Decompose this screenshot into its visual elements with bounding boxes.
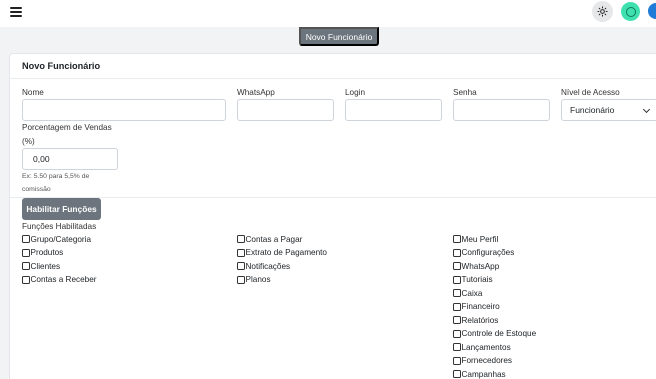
support-icon (625, 6, 636, 17)
function-checkbox-row[interactable]: Contas a Pagar (237, 234, 302, 244)
function-checkbox[interactable] (453, 329, 461, 338)
function-checkbox-label: WhatsApp (461, 261, 500, 271)
function-checkbox[interactable] (237, 275, 245, 284)
sun-icon (597, 6, 608, 17)
function-checkbox[interactable] (237, 235, 245, 243)
function-checkbox-label: Tutoriais (461, 275, 493, 284)
function-checkbox[interactable] (453, 235, 461, 243)
function-checkbox-label: Grupo/Categoria (30, 234, 92, 244)
function-checkbox-label: Configurações (461, 248, 515, 257)
function-checkbox-label: Clientes (30, 261, 61, 271)
avatar[interactable] (648, 3, 656, 19)
funcoes-habilitadas-title: Funções Habilitadas (22, 222, 97, 231)
function-checkbox[interactable] (22, 262, 30, 270)
function-checkbox[interactable] (22, 248, 30, 257)
function-checkbox[interactable] (22, 275, 30, 284)
porcentagem-input[interactable] (22, 148, 118, 170)
function-checkbox-label: Controle de Estoque (461, 329, 537, 338)
function-checkbox-row[interactable]: Clientes (22, 261, 60, 271)
nome-label: Nome (22, 88, 44, 97)
function-checkbox-row[interactable]: Produtos (22, 248, 63, 258)
theme-toggle-button[interactable] (592, 1, 613, 22)
porcentagem-label: Porcentagem de Vendas (22, 123, 112, 132)
nivel-acesso-label: Nível de Acesso (561, 88, 620, 97)
section-divider (10, 197, 656, 198)
function-checkbox-label: Fornecedores (461, 356, 513, 365)
function-checkbox-row[interactable]: Lançamentos (453, 342, 511, 352)
whatsapp-label: WhatsApp (237, 88, 275, 97)
employee-form-card: Novo Funcionário Nome WhatsApp Login Sen… (9, 53, 656, 379)
function-checkbox-row[interactable]: Fornecedores (453, 356, 512, 366)
function-checkbox-row[interactable]: Notificações (237, 261, 290, 271)
function-checkbox-label: Financeiro (461, 302, 500, 311)
function-checkbox-label: Meu Perfil (461, 234, 499, 244)
function-checkbox[interactable] (453, 289, 461, 297)
function-checkbox-label: Contas a Pagar (245, 234, 303, 244)
function-checkbox[interactable] (22, 235, 30, 243)
card-title: Novo Funcionário (22, 61, 101, 71)
nome-input[interactable] (22, 99, 226, 121)
login-input[interactable] (345, 99, 442, 121)
function-checkbox-row[interactable]: Meu Perfil (453, 234, 498, 244)
porcentagem-hint: Ex: 5.50 para 5,5% de (22, 173, 90, 180)
function-checkbox-row[interactable]: Controle de Estoque (453, 329, 536, 339)
nivel-acesso-select[interactable]: Funcionário (561, 99, 656, 121)
function-checkbox[interactable] (453, 343, 461, 351)
function-checkbox[interactable] (237, 248, 245, 257)
function-checkbox-label: Planos (245, 275, 271, 284)
login-label: Login (345, 88, 366, 97)
porcentagem-hint-cont: comissão (22, 186, 51, 193)
function-checkbox[interactable] (453, 370, 461, 378)
function-checkbox-row[interactable]: Campanhas (453, 369, 506, 379)
habilitar-funcoes-button[interactable]: Habilitar Funções (22, 198, 101, 220)
function-checkbox-row[interactable]: Planos (237, 275, 271, 285)
function-checkbox-label: Contas a Receber (30, 275, 97, 284)
whatsapp-input[interactable] (237, 99, 334, 121)
function-checkbox[interactable] (453, 248, 461, 257)
function-checkbox-row[interactable]: Extrato de Pagamento (237, 248, 327, 258)
function-checkbox[interactable] (237, 262, 245, 270)
top-bar (0, 0, 656, 27)
porcentagem-label-unit: (%) (22, 137, 35, 146)
function-checkbox-label: Lançamentos (461, 342, 511, 352)
function-checkbox-row[interactable]: Grupo/Categoria (22, 234, 91, 244)
novo-funcionario-tab-button[interactable]: Novo Funcionário (299, 27, 379, 46)
function-checkbox-row[interactable]: Contas a Receber (22, 275, 97, 285)
function-checkbox-row[interactable]: Configurações (453, 248, 514, 258)
function-checkbox[interactable] (453, 316, 461, 324)
function-checkbox[interactable] (453, 302, 461, 311)
function-checkbox[interactable] (453, 356, 461, 365)
nivel-acesso-value: Funcionário (570, 105, 615, 115)
function-checkbox-label: Campanhas (461, 369, 506, 379)
senha-input[interactable] (453, 99, 550, 121)
function-checkbox[interactable] (453, 275, 461, 284)
function-checkbox-label: Produtos (30, 248, 64, 257)
function-checkbox-row[interactable]: Financeiro (453, 302, 500, 312)
function-checkbox-label: Caixa (461, 288, 483, 298)
hamburger-icon[interactable] (10, 7, 22, 17)
function-checkbox-row[interactable]: WhatsApp (453, 261, 499, 271)
function-checkbox-row[interactable]: Relatórios (453, 315, 498, 325)
function-checkbox-row[interactable]: Caixa (453, 288, 482, 298)
function-checkbox-label: Extrato de Pagamento (245, 248, 327, 257)
chevron-down-icon (642, 105, 651, 114)
support-button[interactable] (621, 2, 640, 21)
card-header: Novo Funcionário (10, 54, 656, 79)
senha-label: Senha (453, 88, 477, 97)
function-checkbox-label: Relatórios (461, 315, 499, 325)
function-checkbox-label: Notificações (245, 261, 291, 271)
function-checkbox-row[interactable]: Tutoriais (453, 275, 493, 285)
function-checkbox[interactable] (453, 262, 461, 270)
